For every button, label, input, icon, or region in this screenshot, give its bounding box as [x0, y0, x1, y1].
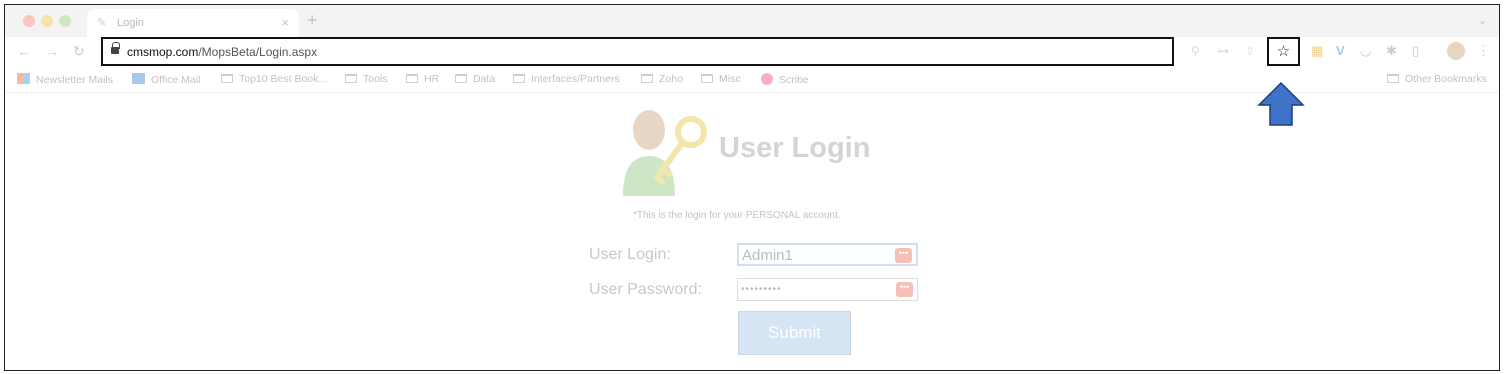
bookmark-tools[interactable]: Tools [345, 73, 388, 85]
bookmark-star-button[interactable]: ☆ [1267, 37, 1300, 66]
share-icon[interactable]: ⇧ [1245, 44, 1255, 58]
bookmark-zoho[interactable]: Zoho [641, 73, 683, 85]
folder-icon [513, 74, 525, 83]
login-page: User Login *This is the login for your P… [5, 94, 1499, 370]
url-path: /MopsBeta/Login.aspx [198, 45, 318, 59]
folder-icon [455, 74, 467, 83]
bookmark-misc[interactable]: Misc [701, 73, 741, 85]
bookmark-hr[interactable]: HR [406, 73, 439, 85]
user-password-value: ••••••••• [741, 284, 782, 295]
tab-login[interactable]: ✎ Login × [87, 9, 299, 37]
bookmark-top10[interactable]: Top10 Best Book... [221, 73, 327, 85]
url-text[interactable]: cmsmop.com/MopsBeta/Login.aspx [127, 45, 317, 59]
star-icon: ☆ [1276, 43, 1291, 60]
user-password-input[interactable]: ••••••••• ••• [737, 278, 918, 301]
user-password-label: User Password: [589, 281, 702, 298]
key-icon[interactable]: ⊶ [1217, 44, 1229, 58]
close-window-button[interactable] [23, 15, 35, 27]
tab-favicon-icon: ✎ [97, 17, 107, 29]
folder-icon [701, 74, 713, 83]
user-key-icon [623, 110, 707, 196]
bookmark-office-mail[interactable]: Office Mail [132, 73, 200, 86]
reload-icon[interactable]: ↻ [73, 43, 85, 60]
address-bar[interactable]: cmsmop.com/MopsBeta/Login.aspx [101, 37, 1174, 66]
url-host: cmsmop.com [127, 45, 199, 59]
extension-shield-icon[interactable]: ◡ [1360, 43, 1371, 59]
extensions-puzzle-icon[interactable]: ✱ [1386, 43, 1397, 59]
tab-title: Login [117, 17, 144, 29]
bookmark-scribe[interactable]: Scribe [761, 73, 809, 86]
side-panel-icon[interactable]: ▯ [1412, 43, 1419, 59]
lock-icon [111, 42, 120, 55]
tab-search-chevron-icon[interactable]: ⌄ [1478, 14, 1487, 27]
folder-icon [345, 74, 357, 83]
user-login-input[interactable]: Admin1 ••• [737, 243, 918, 266]
tab-close-icon[interactable]: × [281, 15, 289, 30]
bookmark-data[interactable]: Data [455, 73, 495, 85]
folder-icon [406, 74, 418, 83]
user-login-value: Admin1 [742, 247, 793, 264]
bookmark-interfaces-partners[interactable]: Interfaces/Partners [513, 73, 620, 85]
mail-icon [132, 73, 145, 84]
other-bookmarks[interactable]: Other Bookmarks [1387, 73, 1487, 85]
browser-toolbar: ← → ↻ cmsmop.com/MopsBeta/Login.aspx ⚲ ⊶… [5, 37, 1499, 67]
folder-icon [221, 74, 233, 83]
minimize-window-button[interactable] [41, 15, 53, 27]
folder-icon [641, 74, 653, 83]
extension-notes-icon[interactable]: ▦ [1311, 43, 1323, 59]
browser-window: ✎ Login × + ⌄ ← → ↻ cmsmop.com/MopsBeta/… [4, 4, 1500, 371]
tab-strip: ✎ Login × + ⌄ [5, 5, 1499, 37]
forward-arrow-icon[interactable]: → [45, 43, 59, 59]
zoom-icon[interactable]: ⚲ [1191, 44, 1200, 58]
password-manager-icon[interactable]: ••• [896, 282, 913, 297]
bookmark-newsletter-mails[interactable]: Newsletter Mails [17, 73, 113, 86]
folder-icon [1387, 74, 1399, 83]
menu-kebab-icon[interactable]: ⋮ [1477, 43, 1490, 59]
submit-button[interactable]: Submit [738, 311, 851, 355]
back-arrow-icon[interactable]: ← [17, 43, 31, 59]
maximize-window-button[interactable] [59, 15, 71, 27]
scribe-icon [761, 73, 773, 85]
profile-avatar[interactable] [1447, 42, 1465, 60]
account-note: *This is the login for your PERSONAL acc… [633, 210, 841, 221]
new-tab-icon[interactable]: + [307, 10, 318, 31]
user-login-label: User Login: [589, 246, 671, 263]
password-manager-icon[interactable]: ••• [895, 248, 912, 263]
grid-icon [17, 73, 30, 84]
page-title: User Login [719, 132, 871, 164]
extension-vimeo-icon[interactable]: V [1336, 43, 1345, 58]
